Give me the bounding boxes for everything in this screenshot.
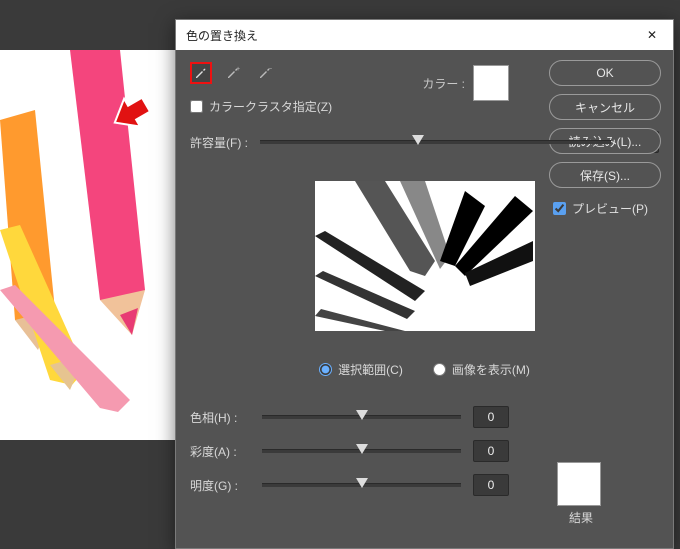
ok-button[interactable]: OK (549, 60, 661, 86)
result-label: 結果 (569, 509, 593, 526)
color-label: カラー : (422, 75, 465, 92)
replace-color-dialog: 色の置き換え ✕ + − カラー : OK キャンセル 読み込み(L)... 保… (175, 19, 674, 549)
cluster-check-input[interactable] (190, 100, 203, 113)
saturation-label: 彩度(A) : (190, 443, 250, 460)
cancel-button[interactable]: キャンセル (549, 94, 661, 120)
lightness-value[interactable]: 0 (473, 474, 509, 496)
hue-slider[interactable] (262, 415, 461, 419)
eyedropper-plus-icon[interactable]: + (222, 62, 244, 84)
annotation-arrow-icon (105, 90, 155, 140)
preview-checkbox[interactable]: プレビュー(P) (553, 200, 661, 217)
source-color-swatch[interactable] (473, 65, 509, 101)
selection-preview (315, 181, 535, 331)
saturation-value[interactable]: 0 (473, 440, 509, 462)
lightness-slider[interactable] (262, 483, 461, 487)
hue-label: 色相(H) : (190, 409, 250, 426)
svg-text:−: − (268, 66, 272, 73)
eyedropper-icon[interactable] (190, 62, 212, 84)
lightness-label: 明度(G) : (190, 477, 250, 494)
dialog-title: 色の置き換え (186, 27, 258, 44)
hue-value[interactable]: 0 (473, 406, 509, 428)
radio-image[interactable]: 画像を表示(M) (433, 361, 530, 378)
result-color-swatch[interactable] (557, 462, 601, 506)
svg-text:+: + (236, 66, 240, 73)
save-button[interactable]: 保存(S)... (549, 162, 661, 188)
radio-selection[interactable]: 選択範囲(C) (319, 361, 403, 378)
titlebar: 色の置き換え ✕ (176, 20, 673, 50)
fuzziness-slider[interactable] (260, 140, 611, 144)
eyedropper-minus-icon[interactable]: − (254, 62, 276, 84)
saturation-slider[interactable] (262, 449, 461, 453)
preview-check-input[interactable] (553, 202, 566, 215)
close-icon[interactable]: ✕ (641, 26, 663, 44)
fuzziness-label: 許容量(F) : (190, 134, 248, 151)
